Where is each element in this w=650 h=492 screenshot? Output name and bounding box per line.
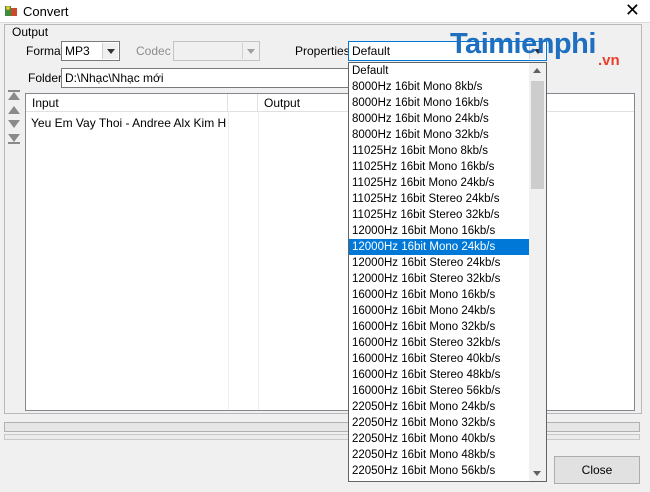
dropdown-option[interactable]: 8000Hz 16bit Mono 24kb/s bbox=[349, 111, 530, 127]
output-legend: Output bbox=[10, 25, 51, 39]
dropdown-option[interactable]: 11025Hz 16bit Mono 16kb/s bbox=[349, 159, 530, 175]
dropdown-option[interactable]: 16000Hz 16bit Stereo 40kb/s bbox=[349, 351, 530, 367]
dropdown-option[interactable]: 22050Hz 16bit Mono 64kb/s bbox=[349, 479, 530, 481]
window-close-icon[interactable]: ✕ bbox=[625, 1, 640, 19]
dropdown-option[interactable]: 11025Hz 16bit Stereo 32kb/s bbox=[349, 207, 530, 223]
dropdown-option[interactable]: 8000Hz 16bit Mono 8kb/s bbox=[349, 79, 530, 95]
dropdown-option[interactable]: 8000Hz 16bit Mono 16kb/s bbox=[349, 95, 530, 111]
dropdown-options: Default 8000Hz 16bit Mono 8kb/s 8000Hz 16b… bbox=[349, 63, 530, 481]
dropdown-option[interactable]: 12000Hz 16bit Mono 16kb/s bbox=[349, 223, 530, 239]
format-value: MP3 bbox=[65, 44, 90, 58]
properties-value: Default bbox=[352, 44, 391, 58]
scroll-up-icon[interactable] bbox=[533, 68, 541, 73]
dropdown-option[interactable]: 22050Hz 16bit Mono 32kb/s bbox=[349, 415, 530, 431]
folder-input[interactable]: D:\Nhạc\Nhạc mới bbox=[61, 68, 351, 88]
window-title: Convert bbox=[23, 4, 69, 19]
format-label: Format bbox=[26, 44, 65, 58]
dropdown-option[interactable]: 12000Hz 16bit Stereo 32kb/s bbox=[349, 271, 530, 287]
dropdown-option[interactable]: 16000Hz 16bit Mono 32kb/s bbox=[349, 319, 530, 335]
move-top-icon[interactable] bbox=[8, 92, 20, 100]
column-header-input[interactable]: Input bbox=[26, 94, 228, 112]
dropdown-option[interactable]: 16000Hz 16bit Mono 24kb/s bbox=[349, 303, 530, 319]
dropdown-option[interactable]: 11025Hz 16bit Stereo 24kb/s bbox=[349, 191, 530, 207]
watermark-main: Taimienphi bbox=[450, 28, 596, 60]
move-bottom-icon[interactable] bbox=[8, 134, 20, 142]
properties-label: Properties bbox=[295, 44, 350, 58]
app-icon bbox=[5, 6, 17, 16]
move-down-icon[interactable] bbox=[8, 120, 20, 128]
column-divider bbox=[258, 112, 259, 410]
scroll-thumb[interactable] bbox=[531, 81, 544, 189]
dropdown-option[interactable]: 11025Hz 16bit Mono 24kb/s bbox=[349, 175, 530, 191]
folder-label: Folder bbox=[28, 71, 63, 85]
dropdown-option[interactable]: 12000Hz 16bit Mono 24kb/s bbox=[349, 239, 530, 255]
codec-select bbox=[173, 41, 260, 61]
column-header-spacer[interactable] bbox=[228, 94, 258, 112]
properties-dropdown-list[interactable]: Default 8000Hz 16bit Mono 8kb/s 8000Hz 16b… bbox=[348, 62, 547, 482]
format-select[interactable]: MP3 bbox=[61, 41, 120, 61]
dropdown-option[interactable]: 22050Hz 16bit Mono 56kb/s bbox=[349, 463, 530, 479]
codec-label: Codec bbox=[136, 44, 171, 58]
dropdown-option[interactable]: 11025Hz 16bit Mono 8kb/s bbox=[349, 143, 530, 159]
dropdown-option[interactable]: 22050Hz 16bit Mono 48kb/s bbox=[349, 447, 530, 463]
dropdown-option[interactable]: 8000Hz 16bit Mono 32kb/s bbox=[349, 127, 530, 143]
move-buttons bbox=[7, 88, 21, 148]
move-up-icon[interactable] bbox=[8, 106, 20, 114]
column-divider bbox=[228, 112, 229, 410]
dropdown-option[interactable]: 22050Hz 16bit Mono 40kb/s bbox=[349, 431, 530, 447]
dropdown-option[interactable]: 16000Hz 16bit Mono 16kb/s bbox=[349, 287, 530, 303]
dropdown-option[interactable]: Default bbox=[349, 63, 530, 79]
close-button[interactable]: Close bbox=[554, 456, 640, 484]
dropdown-option[interactable]: 16000Hz 16bit Stereo 48kb/s bbox=[349, 367, 530, 383]
dropdown-option[interactable]: 16000Hz 16bit Stereo 32kb/s bbox=[349, 335, 530, 351]
watermark-sub: .vn bbox=[598, 52, 620, 69]
chevron-down-icon bbox=[242, 43, 258, 59]
scroll-down-icon[interactable] bbox=[533, 471, 541, 476]
row-input-cell: Yeu Em Vay Thoi - Andree Alx Kim Ho... bbox=[31, 116, 226, 130]
dropdown-option[interactable]: 16000Hz 16bit Stereo 56kb/s bbox=[349, 383, 530, 399]
dropdown-option[interactable]: 22050Hz 16bit Mono 24kb/s bbox=[349, 399, 530, 415]
title-bar: Convert ✕ bbox=[0, 0, 650, 23]
dropdown-option[interactable]: 12000Hz 16bit Stereo 24kb/s bbox=[349, 255, 530, 271]
dropdown-scrollbar[interactable] bbox=[529, 63, 546, 481]
chevron-down-icon[interactable] bbox=[102, 43, 118, 59]
